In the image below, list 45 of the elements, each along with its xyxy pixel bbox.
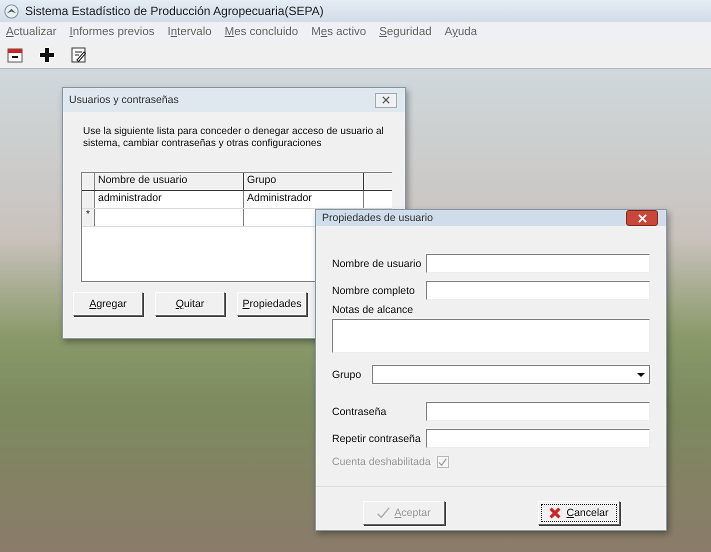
plus-icon[interactable]: [38, 46, 56, 64]
field-label: Grupo: [332, 368, 362, 380]
window-title: Sistema Estadístico de Producción Agropecuaria(SEPA): [25, 4, 324, 18]
close-icon: [638, 214, 646, 222]
dialog-title: Usuarios y contraseñas: [69, 94, 179, 106]
field-label: Repetir contraseña: [332, 432, 422, 444]
table-cell: administrador: [95, 191, 244, 208]
input-field[interactable]: [426, 254, 650, 273]
close-button[interactable]: [626, 210, 658, 226]
dialog-title: Propiedades de usuario: [322, 212, 433, 224]
close-button[interactable]: [375, 92, 397, 108]
input-field[interactable]: [426, 281, 650, 300]
description-text: Use la siguiente lista para conceder o denegar acceso de usuario al sistema, cambiar contraseñas y otras configuraciones: [83, 126, 385, 150]
app-logo-icon: [4, 4, 19, 18]
menu-item[interactable]: Mes activo: [311, 26, 366, 38]
table-cell: Administrador: [244, 191, 364, 208]
edit-document-icon[interactable]: [70, 46, 88, 64]
field-label: Notas de alcance: [332, 304, 414, 316]
row-selector[interactable]: [82, 191, 95, 208]
row-selector[interactable]: *: [82, 209, 95, 226]
close-icon: [382, 96, 390, 104]
field-label: Nombre completo: [332, 284, 416, 296]
input-field[interactable]: [426, 429, 650, 448]
dialog-button[interactable]: Agregar: [73, 292, 143, 316]
menu-item[interactable]: Informes previos: [70, 26, 155, 38]
field-label: Nombre de usuario: [332, 258, 422, 270]
dropdown-field[interactable]: [372, 365, 650, 384]
dropdown-arrow-icon[interactable]: [636, 372, 646, 378]
menu-item[interactable]: Intervalo: [168, 26, 212, 38]
input-field[interactable]: [426, 402, 650, 421]
dialog-button[interactable]: Propiedades: [237, 292, 307, 316]
checkmark-icon: [376, 506, 390, 520]
cross-icon: [548, 506, 562, 520]
text-area[interactable]: [332, 319, 650, 353]
dialog-button[interactable]: Quitar: [155, 292, 225, 316]
calendar-icon[interactable]: [6, 46, 24, 64]
menu-item[interactable]: Seguridad: [379, 26, 432, 38]
menu-item[interactable]: Mes concluido: [224, 26, 298, 38]
menu-item[interactable]: Actualizar: [6, 26, 56, 38]
column-header[interactable]: Grupo: [244, 173, 364, 190]
column-header[interactable]: Nombre de usuario: [95, 173, 244, 190]
menu-item[interactable]: Ayuda: [444, 26, 478, 38]
field-label: Contraseña: [332, 406, 388, 418]
checkbox-label: Cuenta deshabilitada: [332, 456, 431, 468]
dialog-button[interactable]: Cancelar: [538, 501, 620, 525]
